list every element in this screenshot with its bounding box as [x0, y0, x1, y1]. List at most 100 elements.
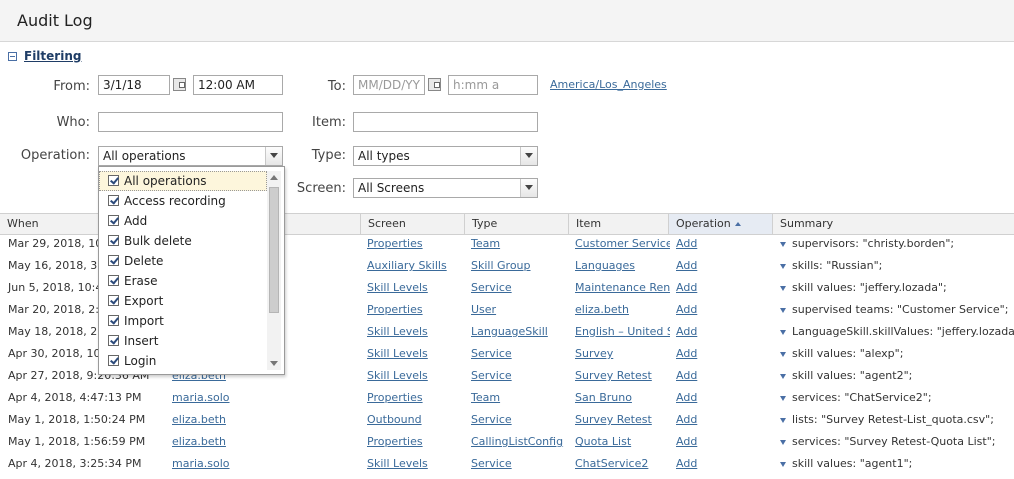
dropdown-option[interactable]: Add — [99, 211, 267, 231]
screen-text[interactable]: Properties — [367, 303, 423, 316]
item-text[interactable]: ChatService2 — [575, 457, 648, 470]
operation-text[interactable]: Add — [676, 281, 697, 294]
cell-who[interactable]: eliza.beth — [164, 409, 360, 431]
cell-who[interactable]: maria.solo — [164, 387, 360, 409]
cell-screen[interactable]: Properties — [359, 431, 465, 453]
item-text[interactable]: eliza.beth — [575, 303, 629, 316]
dropdown-option[interactable]: Insert — [99, 331, 267, 351]
who-text[interactable]: eliza.beth — [172, 413, 226, 426]
scroll-down-icon[interactable] — [270, 361, 278, 366]
cell-operation[interactable]: Add — [668, 431, 773, 453]
cell-type[interactable]: Service — [463, 453, 569, 475]
cell-item[interactable]: Survey Retest — [567, 409, 670, 431]
scroll-up-icon[interactable] — [270, 175, 278, 180]
cell-type[interactable]: CallingListConfig — [463, 431, 569, 453]
type-text[interactable]: Team — [471, 237, 500, 250]
operation-text[interactable]: Add — [676, 259, 697, 272]
type-select[interactable]: All types — [353, 146, 538, 166]
cell-operation[interactable]: Add — [668, 387, 773, 409]
cell-type[interactable]: LanguageSkill — [463, 321, 569, 343]
who-input[interactable] — [98, 112, 283, 132]
timezone-link[interactable]: America/Los_Angeles — [550, 78, 667, 91]
cell-item[interactable]: San Bruno — [567, 387, 670, 409]
cell-operation[interactable]: Add — [668, 233, 773, 255]
item-text[interactable]: San Bruno — [575, 391, 632, 404]
operation-text[interactable]: Add — [676, 457, 697, 470]
expand-triangle-icon[interactable] — [780, 461, 786, 467]
checkbox-checked-icon[interactable] — [108, 215, 119, 226]
item-text[interactable]: Maintenance Rene — [575, 281, 670, 294]
screen-select[interactable]: All Screens — [353, 178, 538, 198]
screen-text[interactable]: Properties — [367, 237, 423, 250]
operation-text[interactable]: Add — [676, 435, 697, 448]
expand-triangle-icon[interactable] — [780, 307, 786, 313]
column-header-screen[interactable]: Screen — [361, 214, 465, 234]
filtering-label[interactable]: Filtering — [24, 49, 81, 63]
item-input[interactable] — [353, 112, 538, 132]
item-text[interactable]: Survey Retest — [575, 413, 652, 426]
cell-type[interactable]: User — [463, 299, 569, 321]
dropdown-option[interactable]: Delete — [99, 251, 267, 271]
cell-operation[interactable]: Add — [668, 277, 773, 299]
operation-text[interactable]: Add — [676, 391, 697, 404]
who-text[interactable]: maria.solo — [172, 457, 230, 470]
cell-who[interactable]: maria.solo — [164, 453, 360, 475]
dropdown-option[interactable]: Erase — [99, 271, 267, 291]
cell-operation[interactable]: Add — [668, 409, 773, 431]
table-row[interactable]: May 1, 2018, 1:56:59 PM eliza.beth Propert… — [0, 431, 1014, 453]
type-text[interactable]: Team — [471, 391, 500, 404]
screen-text[interactable]: Properties — [367, 435, 423, 448]
operation-text[interactable]: Add — [676, 237, 697, 250]
cell-item[interactable]: Customer Service — [567, 233, 670, 255]
cell-type[interactable]: Team — [463, 233, 569, 255]
filtering-header[interactable]: Filtering — [8, 49, 81, 63]
expand-triangle-icon[interactable] — [780, 373, 786, 379]
from-date-input[interactable]: 3/1/18 — [98, 75, 170, 95]
checkbox-checked-icon[interactable] — [108, 175, 119, 186]
dropdown-scrollbar[interactable] — [267, 171, 281, 370]
cell-screen[interactable]: Auxiliary Skills — [359, 255, 465, 277]
operation-dropdown-list[interactable]: All operations Access recording Add Bulk de… — [98, 166, 285, 375]
cell-operation[interactable]: Add — [668, 321, 773, 343]
item-text[interactable]: Customer Service — [575, 237, 670, 250]
to-date-input[interactable]: MM/DD/YY — [353, 75, 425, 95]
column-header-summary[interactable]: Summary — [773, 214, 1014, 234]
item-text[interactable]: Survey Retest — [575, 369, 652, 382]
cell-operation[interactable]: Add — [668, 343, 773, 365]
cell-screen[interactable]: Skill Levels — [359, 277, 465, 299]
dropdown-option[interactable]: Import — [99, 311, 267, 331]
dropdown-option[interactable]: Login — [99, 351, 267, 371]
from-time-input[interactable]: 12:00 AM — [193, 75, 283, 95]
who-text[interactable]: eliza.beth — [172, 435, 226, 448]
cell-operation[interactable]: Add — [668, 453, 773, 475]
expand-triangle-icon[interactable] — [780, 395, 786, 401]
scroll-thumb[interactable] — [269, 187, 279, 313]
cell-item[interactable]: Quota List — [567, 431, 670, 453]
collapse-icon[interactable] — [8, 51, 17, 61]
item-text[interactable]: English – United S — [575, 325, 670, 338]
operation-text[interactable]: Add — [676, 303, 697, 316]
table-row[interactable]: Apr 4, 2018, 4:47:13 PM maria.solo Propert… — [0, 387, 1014, 409]
expand-triangle-icon[interactable] — [780, 241, 786, 247]
expand-triangle-icon[interactable] — [780, 285, 786, 291]
type-text[interactable]: Service — [471, 347, 512, 360]
operation-select[interactable]: All operations — [98, 146, 283, 166]
screen-text[interactable]: Auxiliary Skills — [367, 259, 447, 272]
chevron-down-icon[interactable] — [520, 147, 537, 165]
cell-screen[interactable]: Properties — [359, 299, 465, 321]
cell-item[interactable]: English – United S — [567, 321, 670, 343]
cell-screen[interactable]: Properties — [359, 387, 465, 409]
cell-type[interactable]: Skill Group — [463, 255, 569, 277]
type-text[interactable]: Service — [471, 369, 512, 382]
column-header-operation[interactable]: Operation — [669, 214, 773, 234]
screen-text[interactable]: Skill Levels — [367, 325, 428, 338]
cell-type[interactable]: Service — [463, 365, 569, 387]
item-text[interactable]: Survey — [575, 347, 613, 360]
item-text[interactable]: Quota List — [575, 435, 631, 448]
cell-type[interactable]: Service — [463, 343, 569, 365]
operation-text[interactable]: Add — [676, 347, 697, 360]
operation-text[interactable]: Add — [676, 325, 697, 338]
expand-triangle-icon[interactable] — [780, 351, 786, 357]
who-text[interactable]: maria.solo — [172, 391, 230, 404]
checkbox-checked-icon[interactable] — [108, 355, 119, 366]
